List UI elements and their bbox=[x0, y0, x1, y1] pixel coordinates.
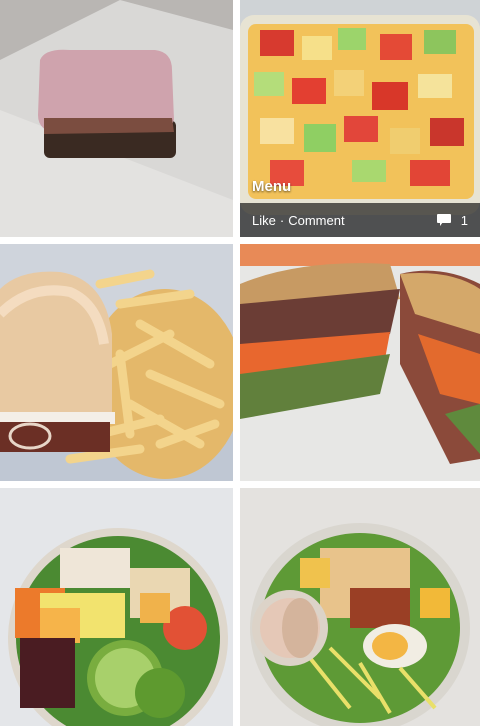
photo-actions: Like · Comment bbox=[252, 213, 345, 228]
salad-photo bbox=[240, 488, 480, 726]
cake-photo bbox=[0, 0, 233, 237]
comment-bubble-icon bbox=[436, 214, 451, 226]
photo-caption: Menu bbox=[252, 178, 292, 195]
photo-action-bar: Like · Comment 1 bbox=[240, 203, 480, 237]
comment-count-button[interactable]: 1 bbox=[436, 212, 468, 228]
comment-count: 1 bbox=[460, 212, 468, 228]
photo-tile-sandwich[interactable] bbox=[240, 244, 480, 481]
photo-tile-salad-2[interactable] bbox=[240, 488, 480, 726]
comment-link[interactable]: Comment bbox=[288, 213, 344, 228]
action-separator: · bbox=[279, 212, 285, 228]
photo-tile-salad-1[interactable] bbox=[0, 488, 233, 726]
photo-tile-fruit[interactable]: Menu Like · Comment 1 bbox=[240, 0, 480, 237]
like-link[interactable]: Like bbox=[252, 213, 276, 228]
salad-photo bbox=[0, 488, 233, 726]
sandwich-photo bbox=[240, 244, 480, 481]
photo-tile-burger[interactable] bbox=[0, 244, 233, 481]
burger-fries-photo bbox=[0, 244, 233, 481]
fruit-salad-photo bbox=[240, 0, 480, 237]
photo-tile-cake[interactable] bbox=[0, 0, 233, 237]
